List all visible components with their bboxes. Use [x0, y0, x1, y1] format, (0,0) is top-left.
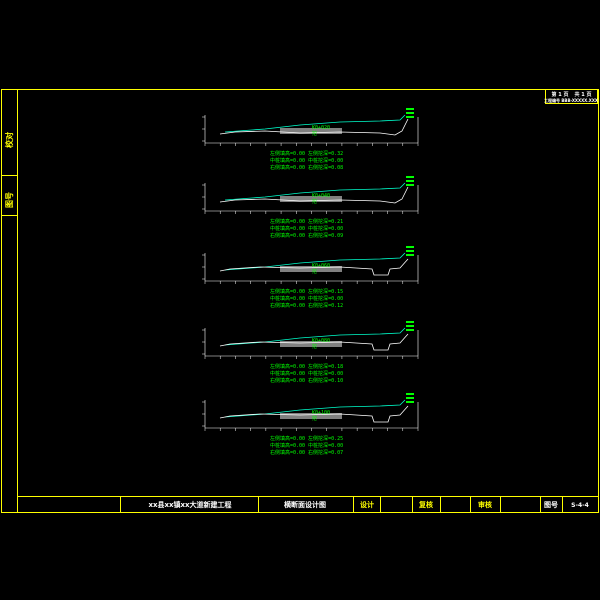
section-note: 右侧填高=0.00 右侧挖深=0.09	[270, 232, 343, 239]
section-note: 中桩填高=0.00 中桩挖深=0.00	[270, 157, 343, 164]
edge-annotation-mark	[406, 176, 414, 178]
edge-annotation-mark	[406, 254, 414, 256]
section-note: 中桩填高=0.00 中桩挖深=0.00	[270, 295, 343, 302]
sidebar-label-figure: 图号	[5, 192, 14, 208]
section-note: 中桩填高=0.00 中桩挖深=0.00	[270, 442, 343, 449]
edge-annotation-mark	[406, 180, 414, 182]
project-name: xx县xx镇xx大道新建工程	[148, 500, 231, 509]
section-note: 右侧填高=0.00 右侧挖深=0.08	[270, 164, 343, 171]
station-tag: 挖	[312, 268, 317, 275]
cross-section-2: K0+040挖左侧填高=0.00 左侧挖深=0.21中桩填高=0.00 中桩挖深…	[202, 176, 419, 239]
section-note: 左侧填高=0.00 左侧挖深=0.21	[270, 218, 343, 225]
header-page-no: 第 1 页	[552, 91, 569, 98]
section-note: 左侧填高=0.00 左侧挖深=0.32	[270, 150, 343, 157]
header-page-total: 共 1 页	[575, 91, 592, 98]
drawing-title: 横断面设计图	[284, 500, 326, 509]
section-note: 右侧填高=0.00 右侧挖深=0.07	[270, 449, 343, 456]
cross-section-5: K0+100挖左侧填高=0.00 左侧挖深=0.25中桩填高=0.00 中桩挖深…	[202, 393, 419, 456]
edge-annotation-mark	[406, 397, 414, 399]
edge-annotation-mark	[406, 393, 414, 395]
drawing-sheet: 校对 图号 第 1 页 共 1 页 工程编号 BBB-XXXXX.XXX xx县…	[1, 89, 599, 513]
edge-annotation-mark	[406, 325, 414, 327]
station-tag: 挖	[312, 343, 317, 350]
edge-annotation-mark	[406, 321, 414, 323]
edge-annotation-mark	[406, 116, 414, 118]
section-note: 左侧填高=0.00 左侧挖深=0.15	[270, 288, 343, 295]
section-note: 右侧填高=0.00 右侧挖深=0.10	[270, 377, 343, 384]
sheet-no-label: 图号	[544, 500, 558, 509]
review-label: 审核	[478, 500, 492, 509]
section-note: 左侧填高=0.00 左侧挖深=0.25	[270, 435, 343, 442]
section-note: 左侧填高=0.00 左侧挖深=0.18	[270, 363, 343, 370]
edge-annotation-mark	[406, 112, 414, 114]
header-project-no: 工程编号 BBB-XXXXX.XXX	[544, 97, 598, 103]
station-tag: 挖	[312, 415, 317, 422]
station-tag: 挖	[312, 198, 317, 205]
station-tag: 挖	[312, 130, 317, 137]
sidebar-label-check: 校对	[4, 132, 14, 148]
check-label: 复核	[418, 500, 433, 509]
section-note: 中桩填高=0.00 中桩挖深=0.00	[270, 370, 343, 377]
edge-annotation-mark	[406, 329, 414, 331]
cross-section-1: K0+020挖左侧填高=0.00 左侧挖深=0.32中桩填高=0.00 中桩挖深…	[202, 108, 419, 171]
edge-annotation-mark	[406, 250, 414, 252]
edge-annotation-mark	[406, 401, 414, 403]
cross-section-4: K0+080挖左侧填高=0.00 左侧挖深=0.18中桩填高=0.00 中桩挖深…	[202, 321, 419, 384]
edge-annotation-mark	[406, 246, 414, 248]
section-note: 中桩填高=0.00 中桩挖深=0.00	[270, 225, 343, 232]
edge-annotation-mark	[406, 108, 414, 110]
section-note: 右侧填高=0.00 右侧挖深=0.12	[270, 302, 343, 309]
cross-section-3: K0+060挖左侧填高=0.00 左侧挖深=0.15中桩填高=0.00 中桩挖深…	[202, 246, 419, 309]
design-label: 设计	[360, 500, 374, 509]
edge-annotation-mark	[406, 184, 414, 186]
sheet-no-value: S-4-4	[571, 502, 589, 509]
